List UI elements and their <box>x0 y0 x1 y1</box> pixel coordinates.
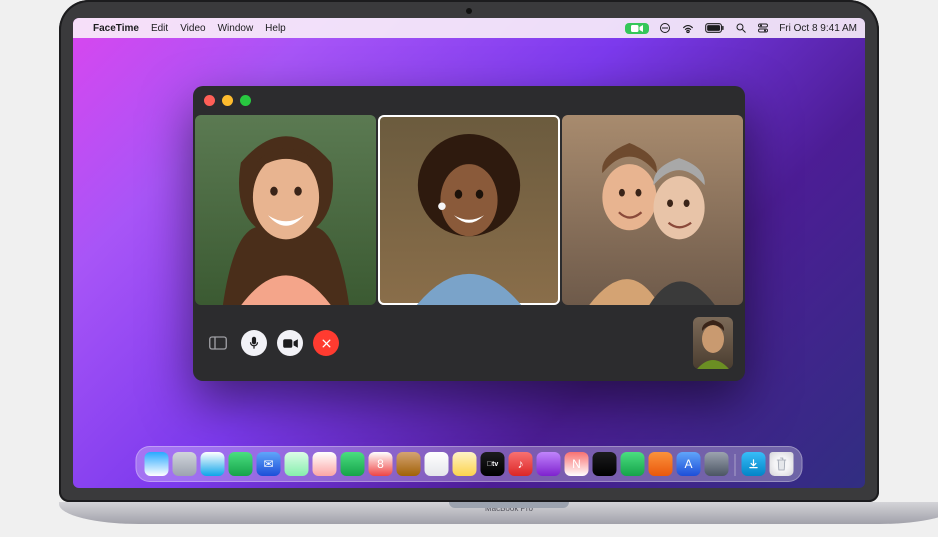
dock-app-safari[interactable] <box>201 452 225 476</box>
participant-tile[interactable] <box>378 115 559 305</box>
dock-app-numbers[interactable] <box>621 452 645 476</box>
trackpad-notch <box>449 502 569 508</box>
call-controls-row <box>205 317 733 369</box>
window-zoom-button[interactable] <box>240 95 251 106</box>
webcam-dot <box>466 8 472 14</box>
control-center-icon[interactable] <box>757 22 769 34</box>
dock-app-music[interactable]: ♪ <box>509 452 533 476</box>
person-illustration <box>195 125 376 306</box>
menu-window[interactable]: Window <box>218 23 254 34</box>
dock-app-reminders[interactable] <box>425 452 449 476</box>
menubar: FaceTime Edit Video Window Help <box>73 18 865 38</box>
person-illustration <box>562 125 743 306</box>
dock-app-facetime[interactable] <box>341 452 365 476</box>
dock-trash[interactable] <box>770 452 794 476</box>
menubar-clock[interactable]: Fri Oct 8 9:41 AM <box>779 23 857 34</box>
menu-video[interactable]: Video <box>180 23 205 34</box>
dock-app-maps[interactable] <box>285 452 309 476</box>
dock: ✉ 8 tv♪ N A <box>136 446 803 482</box>
battery-icon[interactable] <box>705 23 725 33</box>
dock-app-app-store[interactable]: A <box>677 452 701 476</box>
dock-app-news[interactable]: N <box>565 452 589 476</box>
dock-separator <box>735 454 736 476</box>
menubar-app-name[interactable]: FaceTime <box>93 23 139 34</box>
laptop-frame: FaceTime Edit Video Window Help <box>59 0 879 524</box>
person-illustration <box>378 125 559 306</box>
video-toggle-button[interactable] <box>277 330 303 356</box>
wifi-icon[interactable] <box>681 23 695 34</box>
window-controls <box>193 86 745 115</box>
dock-downloads[interactable] <box>742 452 766 476</box>
menu-edit[interactable]: Edit <box>151 23 168 34</box>
dock-app-notes[interactable] <box>453 452 477 476</box>
sidebar-toggle-button[interactable] <box>205 332 231 354</box>
self-view-tile[interactable] <box>693 317 733 369</box>
mute-button[interactable] <box>241 330 267 356</box>
person-illustration <box>693 317 733 369</box>
screen-bezel: FaceTime Edit Video Window Help <box>59 0 879 502</box>
dock-app-stocks[interactable] <box>593 452 617 476</box>
do-not-disturb-icon[interactable] <box>659 22 671 34</box>
participant-grid <box>193 115 745 305</box>
dock-app-messages[interactable] <box>229 452 253 476</box>
desktop-screen: FaceTime Edit Video Window Help <box>73 18 865 488</box>
spotlight-icon[interactable] <box>735 22 747 34</box>
dock-app-calendar[interactable]: 8 <box>369 452 393 476</box>
menu-help[interactable]: Help <box>265 23 286 34</box>
dock-app-mail[interactable]: ✉ <box>257 452 281 476</box>
window-close-button[interactable] <box>204 95 215 106</box>
dock-app-tv[interactable]: tv <box>481 452 505 476</box>
participant-tile[interactable] <box>562 115 743 305</box>
dock-app-launchpad[interactable] <box>173 452 197 476</box>
laptop-base: MacBook Pro <box>59 502 938 524</box>
dock-app-settings[interactable] <box>705 452 729 476</box>
camera-active-indicator[interactable] <box>625 23 649 34</box>
dock-app-podcasts[interactable] <box>537 452 561 476</box>
dock-app-photos[interactable] <box>313 452 337 476</box>
window-minimize-button[interactable] <box>222 95 233 106</box>
end-call-button[interactable] <box>313 330 339 356</box>
dock-app-finder[interactable] <box>145 452 169 476</box>
facetime-window <box>193 86 745 381</box>
dock-app-contacts[interactable] <box>397 452 421 476</box>
participant-tile[interactable] <box>195 115 376 305</box>
dock-app-keynote[interactable] <box>649 452 673 476</box>
